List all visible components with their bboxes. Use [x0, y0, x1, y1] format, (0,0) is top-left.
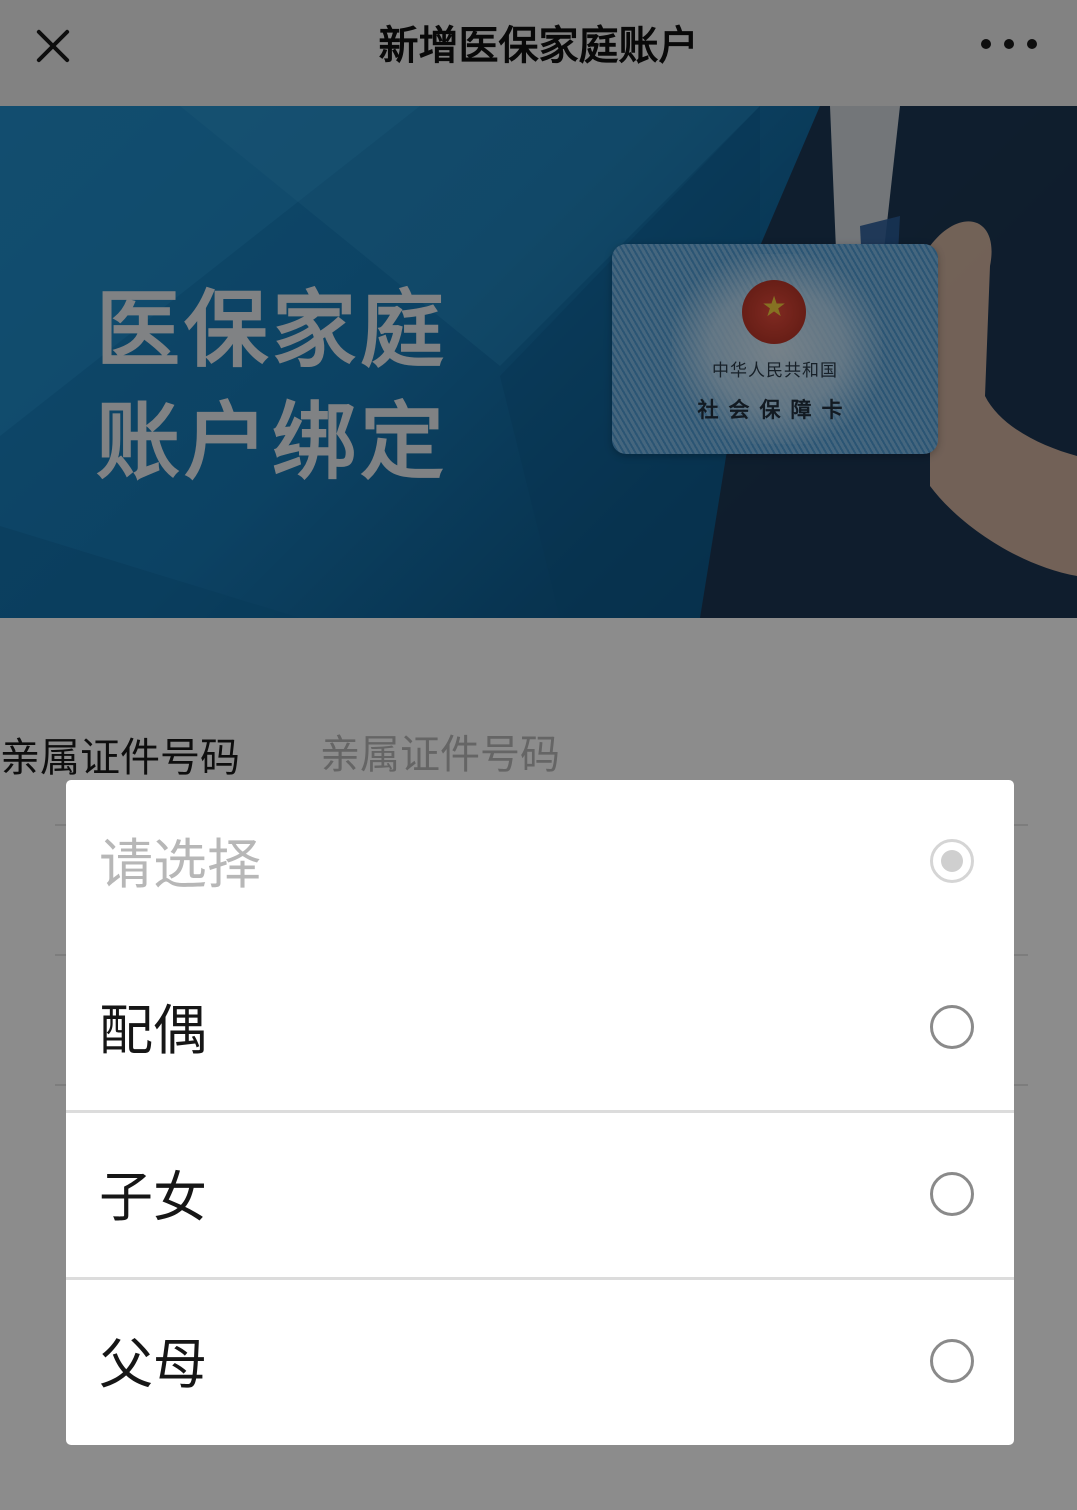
option-label: 请选择 [99, 833, 261, 896]
option-label: 子女 [99, 1166, 207, 1229]
radio-checked-icon [930, 839, 974, 883]
option-label: 配偶 [99, 999, 207, 1062]
option-spouse[interactable]: 配偶 [66, 946, 1014, 1112]
radio-icon[interactable] [930, 1339, 974, 1383]
radio-icon[interactable] [930, 1005, 974, 1049]
radio-icon[interactable] [930, 1172, 974, 1216]
option-label: 父母 [99, 1333, 207, 1396]
option-parents[interactable]: 父母 [66, 1280, 1014, 1445]
option-placeholder: 请选择 [66, 780, 1014, 946]
option-children[interactable]: 子女 [66, 1113, 1014, 1279]
relation-select-dialog: 请选择 配偶 子女 父母 [66, 780, 1014, 1445]
